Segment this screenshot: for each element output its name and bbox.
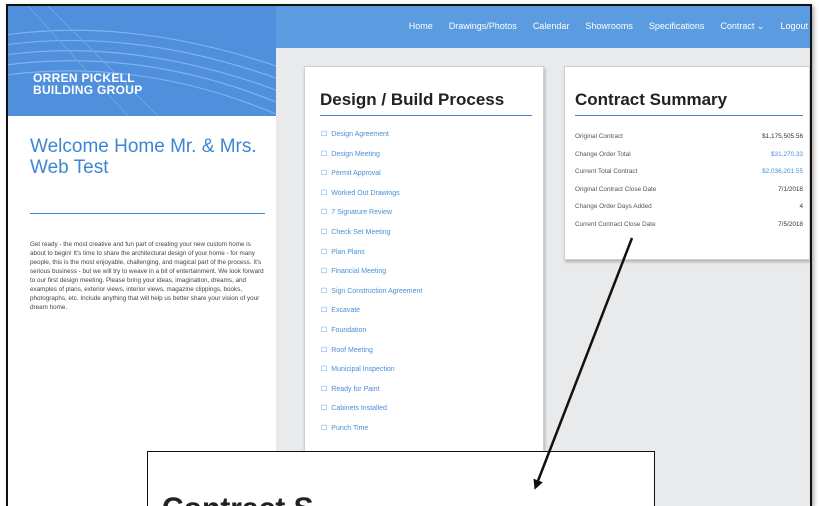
figure-frame: Home Drawings/Photos Calendar Showrooms … xyxy=(0,0,819,506)
callout-arrow xyxy=(533,237,634,490)
